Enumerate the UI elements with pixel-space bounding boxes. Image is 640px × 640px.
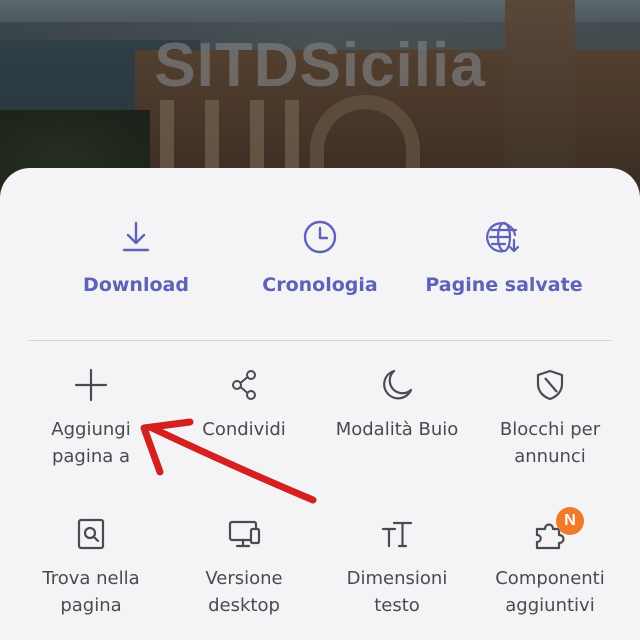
dark-mode-button[interactable]: Modalità Buio bbox=[317, 368, 477, 443]
site-title: SITDSicilia bbox=[154, 31, 486, 100]
desktop-version-button[interactable]: Versione desktop bbox=[164, 517, 324, 619]
find-in-page-button[interactable]: Trova nella pagina bbox=[11, 517, 171, 619]
plus-icon bbox=[74, 368, 108, 402]
add-page-to-label: Aggiungi pagina a bbox=[51, 419, 131, 467]
saved-pages-button[interactable]: Pagine salvate bbox=[404, 218, 604, 296]
saved-pages-globe-icon bbox=[486, 221, 520, 253]
top-actions: Download Cronologia Pagine salvate bbox=[0, 168, 640, 340]
share-button[interactable]: Condividi bbox=[164, 368, 324, 443]
text-size-label: Dimensioni testo bbox=[346, 568, 448, 616]
history-label: Cronologia bbox=[262, 274, 378, 296]
add-page-to-button[interactable]: Aggiungi pagina a bbox=[11, 368, 171, 470]
find-in-page-icon bbox=[77, 518, 105, 550]
find-in-page-label: Trova nella pagina bbox=[42, 568, 140, 616]
moon-icon bbox=[383, 369, 413, 400]
new-badge: N bbox=[556, 507, 584, 535]
shield-icon bbox=[536, 369, 564, 401]
share-label: Condividi bbox=[202, 419, 286, 440]
share-icon bbox=[232, 370, 256, 400]
download-button[interactable]: Download bbox=[36, 218, 236, 296]
ad-blockers-label: Blocchi per annunci bbox=[499, 419, 601, 467]
history-button[interactable]: Cronologia bbox=[220, 218, 420, 296]
add-ons-label: Componenti aggiuntivi bbox=[495, 568, 605, 616]
browser-menu-sheet: Download Cronologia Pagine salvate Aggiu… bbox=[0, 168, 640, 640]
dark-mode-label: Modalità Buio bbox=[335, 419, 459, 440]
download-label: Download bbox=[83, 274, 189, 296]
desktop-version-label: Versione desktop bbox=[205, 568, 283, 616]
clock-icon bbox=[303, 220, 337, 254]
saved-pages-label: Pagine salvate bbox=[425, 274, 583, 296]
text-size-button[interactable]: Dimensioni testo bbox=[317, 517, 477, 619]
add-ons-button[interactable]: N Componenti aggiuntivi bbox=[470, 507, 630, 619]
download-icon bbox=[122, 221, 150, 252]
text-size-icon bbox=[381, 521, 413, 548]
ad-blockers-button[interactable]: Blocchi per annunci bbox=[470, 368, 630, 470]
menu-divider bbox=[28, 340, 612, 341]
desktop-icon bbox=[228, 520, 261, 548]
